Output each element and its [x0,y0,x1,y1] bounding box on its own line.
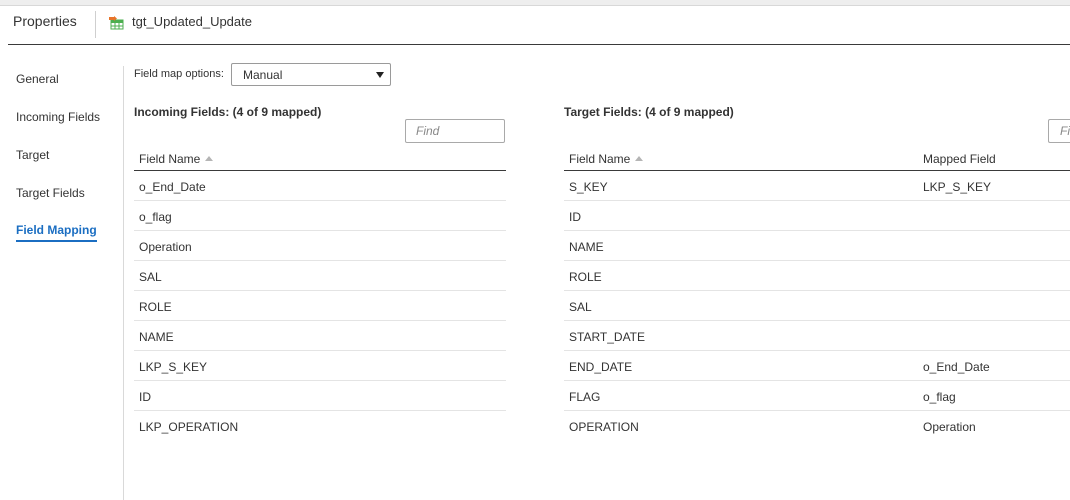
table-row[interactable]: Operation [134,231,506,261]
target-table-icon [109,16,124,30]
properties-title: Properties [13,13,77,29]
table-row[interactable]: ROLE [564,261,1070,291]
table-row[interactable]: SAL [134,261,506,291]
incoming-table-header: Field Name [134,147,506,171]
col-field-name-label: Field Name [139,152,201,166]
mapped-field: Operation [923,420,976,434]
table-row[interactable]: SAL [564,291,1070,321]
table-row[interactable]: FLAG o_flag [564,381,1070,411]
target-find-input[interactable] [1048,119,1070,143]
incoming-col-field-name[interactable]: Field Name [139,152,214,166]
sort-asc-icon [635,156,644,161]
header-separator [95,11,96,38]
table-row[interactable]: ID [134,381,506,411]
object-name: tgt_Updated_Update [132,14,252,29]
incoming-fields-title: Incoming Fields: (4 of 9 mapped) [134,105,322,119]
nav-divider [123,66,124,500]
table-row[interactable]: NAME [134,321,506,351]
incoming-field-name: LKP_S_KEY [139,360,208,374]
table-row[interactable]: o_End_Date [134,171,506,201]
target-field-name: END_DATE [569,360,633,374]
target-col-mapped-field[interactable]: Mapped Field [923,152,996,166]
target-col-field-name[interactable]: Field Name [569,152,644,166]
incoming-field-name: LKP_OPERATION [139,420,239,434]
incoming-field-name: SAL [139,270,162,284]
caret-down-icon [376,72,384,78]
nav-item-general[interactable]: General [16,72,59,86]
table-row[interactable]: o_flag [134,201,506,231]
target-field-name: FLAG [569,390,601,404]
target-table-header: Field Name Mapped Field [564,147,1070,171]
incoming-field-name: Operation [139,240,192,254]
table-row[interactable]: NAME [564,231,1070,261]
nav-item-incoming-fields[interactable]: Incoming Fields [16,110,100,124]
target-fields-title: Target Fields: (4 of 9 mapped) [564,105,734,119]
field-map-options-value: Manual [243,68,283,82]
nav-item-target-fields[interactable]: Target Fields [16,186,85,200]
incoming-fields-table: Field Name o_End_Date o_flag Operation S… [134,147,506,441]
table-row[interactable]: START_DATE [564,321,1070,351]
table-row[interactable]: ROLE [134,291,506,321]
target-field-name: NAME [569,240,604,254]
mapped-field: o_End_Date [923,360,990,374]
table-row[interactable]: ID [564,201,1070,231]
header-divider [8,44,1070,45]
table-row[interactable]: LKP_OPERATION [134,411,506,441]
incoming-field-name: NAME [139,330,174,344]
target-fields-table: Field Name Mapped Field S_KEY LKP_S_KEY I… [564,147,1070,441]
incoming-field-name: o_End_Date [139,180,206,194]
table-row[interactable]: S_KEY LKP_S_KEY [564,171,1070,201]
table-row[interactable]: OPERATION Operation [564,411,1070,441]
table-row[interactable]: LKP_S_KEY [134,351,506,381]
incoming-field-name: ID [139,390,151,404]
target-field-name: ROLE [569,270,602,284]
incoming-field-name: o_flag [139,210,172,224]
table-row[interactable]: END_DATE o_End_Date [564,351,1070,381]
target-field-name: ID [569,210,581,224]
target-field-name: SAL [569,300,592,314]
field-map-options-label: Field map options: [134,68,224,80]
mapped-field: o_flag [923,390,956,404]
nav-item-target[interactable]: Target [16,148,49,162]
sort-asc-icon [205,156,214,161]
properties-header: Properties tgt_Updated_Update [0,6,1070,46]
col-field-name-label: Field Name [569,152,631,166]
target-field-name: S_KEY [569,180,608,194]
field-map-options-select[interactable]: Manual [231,63,391,86]
mapped-field: LKP_S_KEY [923,180,992,194]
incoming-find-input[interactable] [405,119,505,143]
target-field-name: START_DATE [569,330,646,344]
incoming-field-name: ROLE [139,300,172,314]
nav-item-field-mapping[interactable]: Field Mapping [16,223,97,242]
target-field-name: OPERATION [569,420,639,434]
